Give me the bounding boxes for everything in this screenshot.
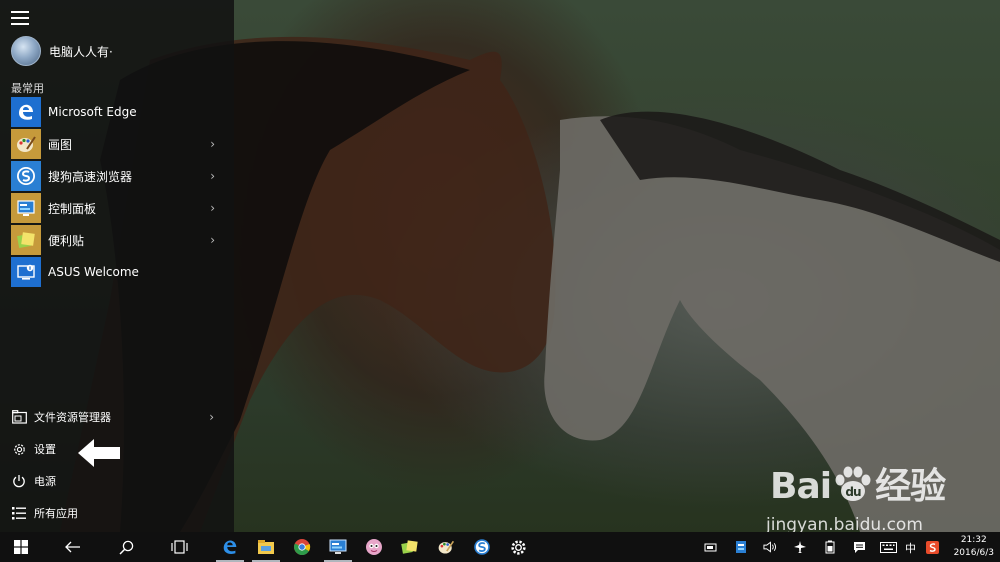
back-button[interactable] xyxy=(56,532,90,562)
tray-touch-keyboard[interactable] xyxy=(880,540,897,554)
tray-sogou-ime[interactable] xyxy=(925,540,939,554)
app-item-sogou-browser[interactable]: 搜狗高速浏览器 › xyxy=(11,161,225,191)
app-label: 控制面板 xyxy=(48,201,97,216)
watermark-brand: Bai du 经验 xyxy=(770,466,946,507)
app-tray-icon xyxy=(736,541,746,553)
app-label: Microsoft Edge xyxy=(48,105,137,119)
sogou-browser-icon xyxy=(11,161,41,191)
chevron-right-icon[interactable]: › xyxy=(210,137,215,151)
all-apps-label: 所有应用 xyxy=(34,507,78,520)
ime-language-indicator[interactable]: 中 xyxy=(905,540,916,556)
gear-icon xyxy=(11,441,27,457)
file-explorer-label: 文件资源管理器 xyxy=(34,411,111,424)
search-icon xyxy=(118,540,133,555)
baidu-jingyan-watermark: Bai du 经验 jingyan.baidu.com xyxy=(762,455,972,540)
paint-icon xyxy=(11,129,41,159)
taskbar-file-explorer[interactable] xyxy=(248,532,284,562)
settings-label: 设置 xyxy=(34,443,56,456)
list-icon xyxy=(11,505,27,521)
tray-action-center[interactable] xyxy=(852,540,866,554)
edge-icon xyxy=(223,540,237,554)
app-label: ASUS Welcome xyxy=(48,265,139,279)
clock-time: 21:32 xyxy=(960,535,987,545)
tray-airplane-mode[interactable] xyxy=(793,540,807,554)
chevron-right-icon[interactable]: › xyxy=(210,201,215,215)
menu-expand-button[interactable] xyxy=(11,11,29,25)
taskbar-control-panel[interactable] xyxy=(320,532,356,562)
chevron-right-icon[interactable]: › xyxy=(209,410,214,424)
app-item-control-panel[interactable]: 控制面板 › xyxy=(11,193,225,223)
qq-pet-icon xyxy=(366,539,382,555)
task-view-button[interactable] xyxy=(162,532,196,562)
taskbar-sogou-browser[interactable] xyxy=(464,532,500,562)
file-explorer-item[interactable]: 文件资源管理器 › xyxy=(0,401,234,433)
taskbar-clock[interactable]: 21:32 2016/6/3 xyxy=(954,534,994,560)
most-used-list: Microsoft Edge 画图 › 搜狗高速浏览器 › 控制面板 › 便利贴… xyxy=(11,97,225,289)
tray-volume[interactable] xyxy=(763,540,777,554)
sogou-browser-icon xyxy=(474,539,490,555)
paint-icon xyxy=(438,540,455,554)
taskbar-paint[interactable] xyxy=(428,532,464,562)
svg-text:du: du xyxy=(846,485,862,499)
all-apps-item[interactable]: 所有应用 xyxy=(0,497,234,529)
start-menu: 电脑人人有· 最常用 Microsoft Edge 画图 › 搜狗高速浏览器 › xyxy=(0,0,234,532)
task-view-icon xyxy=(170,540,188,554)
clock-date: 2016/6/3 xyxy=(953,548,994,558)
annotation-arrow-left-icon xyxy=(78,439,120,467)
start-button[interactable] xyxy=(4,532,38,562)
power-item[interactable]: 电源 xyxy=(0,465,234,497)
most-used-heading: 最常用 xyxy=(11,82,44,95)
windows-logo-icon xyxy=(14,540,28,554)
taskbar-chrome[interactable] xyxy=(284,532,320,562)
search-button[interactable] xyxy=(109,532,143,562)
app-item-sticky-notes[interactable]: 便利贴 › xyxy=(11,225,225,255)
file-explorer-icon xyxy=(11,409,27,425)
arrow-left-icon xyxy=(65,541,80,553)
keyboard-icon xyxy=(880,541,897,553)
speaker-icon xyxy=(763,541,777,553)
app-item-microsoft-edge[interactable]: Microsoft Edge xyxy=(11,97,225,127)
control-panel-icon xyxy=(11,193,41,223)
control-panel-icon xyxy=(329,539,347,554)
power-label: 电源 xyxy=(34,475,56,488)
hamburger-icon xyxy=(11,11,29,13)
avatar xyxy=(11,36,41,66)
tray-battery-device[interactable] xyxy=(704,540,718,554)
sticky-notes-icon xyxy=(401,540,418,554)
taskbar-sticky-notes[interactable] xyxy=(392,532,428,562)
chevron-right-icon[interactable]: › xyxy=(210,233,215,247)
tray-battery[interactable] xyxy=(823,540,837,554)
notification-icon xyxy=(853,541,865,553)
edge-icon xyxy=(11,97,41,127)
app-item-paint[interactable]: 画图 › xyxy=(11,129,225,159)
baidu-paw-logo-icon: du xyxy=(835,466,871,501)
sticky-notes-icon xyxy=(11,225,41,255)
chrome-icon xyxy=(294,539,311,556)
app-label: 画图 xyxy=(48,137,73,152)
airplane-icon xyxy=(794,541,806,553)
battery-icon xyxy=(825,540,835,554)
device-icon xyxy=(704,543,717,552)
gear-icon xyxy=(510,539,526,555)
app-label: 搜狗高速浏览器 xyxy=(48,169,133,184)
sogou-ime-icon xyxy=(925,540,939,554)
taskbar: 中 21:32 2016/6/3 xyxy=(0,532,1000,562)
user-name: 电脑人人有· xyxy=(49,44,113,59)
taskbar-settings[interactable] xyxy=(500,532,536,562)
file-explorer-icon xyxy=(258,540,274,554)
tray-app-icon[interactable] xyxy=(734,540,748,554)
power-icon xyxy=(11,473,27,489)
asus-welcome-icon xyxy=(11,257,41,287)
taskbar-qq-pet[interactable] xyxy=(356,532,392,562)
app-item-asus-welcome[interactable]: ASUS Welcome xyxy=(11,257,225,287)
chevron-right-icon[interactable]: › xyxy=(210,169,215,183)
taskbar-edge[interactable] xyxy=(212,532,248,562)
app-label: 便利贴 xyxy=(48,233,85,248)
user-account[interactable]: 电脑人人有· xyxy=(11,36,221,66)
